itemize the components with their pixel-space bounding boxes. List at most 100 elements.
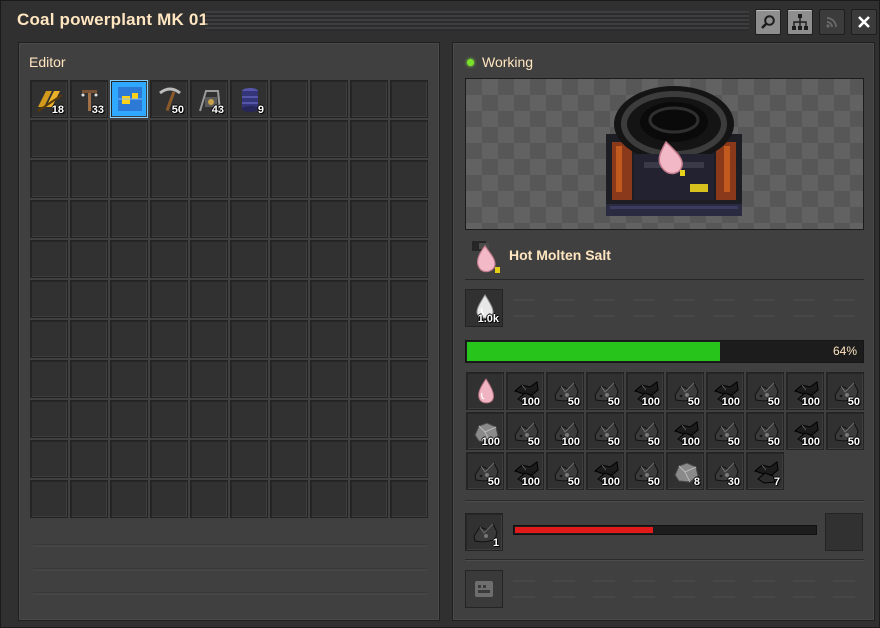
inventory-slot[interactable]: [70, 320, 108, 358]
inventory-slot[interactable]: [110, 120, 148, 158]
inventory-slot[interactable]: [390, 240, 428, 278]
inventory-slot[interactable]: [310, 480, 348, 518]
inventory-slot[interactable]: 50: [506, 412, 544, 450]
close-button[interactable]: [851, 9, 877, 35]
inventory-slot[interactable]: [30, 200, 68, 238]
inventory-slot[interactable]: [30, 480, 68, 518]
inventory-slot[interactable]: [310, 160, 348, 198]
inventory-slot[interactable]: [466, 372, 504, 410]
inventory-slot[interactable]: [190, 480, 228, 518]
inventory-slot[interactable]: [190, 240, 228, 278]
inventory-slot[interactable]: [390, 360, 428, 398]
network-button[interactable]: [787, 9, 813, 35]
inventory-slot[interactable]: [230, 280, 268, 318]
inventory-slot[interactable]: [30, 360, 68, 398]
inventory-slot[interactable]: [350, 440, 388, 478]
inventory-slot[interactable]: [350, 240, 388, 278]
inventory-slot[interactable]: [190, 440, 228, 478]
inventory-slot[interactable]: 50: [626, 452, 664, 490]
inventory-slot[interactable]: 100: [546, 412, 584, 450]
inventory-slot[interactable]: [70, 240, 108, 278]
inventory-slot[interactable]: 30: [706, 452, 744, 490]
recipe-row[interactable]: Hot Molten Salt: [465, 236, 864, 280]
inventory-slot[interactable]: [230, 200, 268, 238]
inventory-slot[interactable]: 9: [230, 80, 268, 118]
inventory-slot[interactable]: [350, 280, 388, 318]
inventory-slot[interactable]: 50: [746, 372, 784, 410]
inventory-slot[interactable]: [270, 400, 308, 438]
inventory-slot[interactable]: [30, 280, 68, 318]
inventory-slot[interactable]: [30, 160, 68, 198]
inventory-slot[interactable]: [110, 320, 148, 358]
inventory-slot[interactable]: [230, 120, 268, 158]
inventory-slot[interactable]: 18: [30, 80, 68, 118]
inventory-slot[interactable]: [310, 280, 348, 318]
inventory-slot[interactable]: [30, 120, 68, 158]
inventory-slot[interactable]: [270, 360, 308, 398]
inventory-slot[interactable]: [190, 360, 228, 398]
inventory-slot[interactable]: [110, 360, 148, 398]
inventory-slot[interactable]: 50: [150, 80, 188, 118]
inventory-slot[interactable]: [350, 160, 388, 198]
inventory-slot[interactable]: [390, 160, 428, 198]
inventory-slot[interactable]: [310, 80, 348, 118]
inventory-slot[interactable]: [230, 360, 268, 398]
inventory-slot[interactable]: [110, 80, 148, 118]
inventory-slot[interactable]: 100: [666, 412, 704, 450]
inventory-slot[interactable]: [150, 400, 188, 438]
inventory-slot[interactable]: [390, 440, 428, 478]
inventory-slot[interactable]: [190, 280, 228, 318]
inventory-slot[interactable]: [310, 120, 348, 158]
inventory-slot[interactable]: [70, 120, 108, 158]
inventory-slot[interactable]: [310, 360, 348, 398]
inventory-slot[interactable]: [230, 440, 268, 478]
inventory-slot[interactable]: [270, 120, 308, 158]
inventory-slot[interactable]: [390, 480, 428, 518]
inventory-slot[interactable]: [350, 320, 388, 358]
inventory-slot[interactable]: [390, 320, 428, 358]
inventory-slot[interactable]: [150, 440, 188, 478]
inventory-slot[interactable]: 50: [466, 452, 504, 490]
drag-handle[interactable]: [205, 11, 749, 31]
inventory-slot[interactable]: [150, 240, 188, 278]
inventory-slot[interactable]: 100: [786, 372, 824, 410]
inventory-slot[interactable]: [110, 400, 148, 438]
inventory-slot[interactable]: [230, 240, 268, 278]
inventory-slot[interactable]: [150, 360, 188, 398]
inventory-slot[interactable]: [150, 160, 188, 198]
inventory-slot[interactable]: [30, 240, 68, 278]
inventory-slot[interactable]: [110, 160, 148, 198]
inventory-slot[interactable]: 100: [466, 412, 504, 450]
inventory-slot[interactable]: [390, 200, 428, 238]
inventory-slot[interactable]: [30, 440, 68, 478]
inventory-slot[interactable]: [310, 320, 348, 358]
inventory-slot[interactable]: [350, 480, 388, 518]
inventory-slot[interactable]: 43: [190, 80, 228, 118]
inventory-slot[interactable]: [110, 240, 148, 278]
search-button[interactable]: [755, 9, 781, 35]
module-slot[interactable]: [465, 570, 503, 608]
inventory-slot[interactable]: 100: [626, 372, 664, 410]
inventory-slot[interactable]: [230, 160, 268, 198]
inventory-slot[interactable]: [70, 280, 108, 318]
inventory-slot[interactable]: 50: [666, 372, 704, 410]
inventory-slot[interactable]: 50: [546, 372, 584, 410]
fluid-slot[interactable]: 1.0k: [465, 289, 503, 327]
inventory-slot[interactable]: [70, 400, 108, 438]
inventory-slot[interactable]: [190, 320, 228, 358]
inventory-slot[interactable]: [390, 120, 428, 158]
inventory-slot[interactable]: 33: [70, 80, 108, 118]
inventory-slot[interactable]: 50: [826, 412, 864, 450]
inventory-slot[interactable]: [270, 200, 308, 238]
inventory-slot[interactable]: 50: [546, 452, 584, 490]
inventory-slot[interactable]: 50: [826, 372, 864, 410]
inventory-slot[interactable]: [150, 320, 188, 358]
inventory-slot[interactable]: [350, 400, 388, 438]
inventory-slot[interactable]: [150, 280, 188, 318]
inventory-slot[interactable]: [150, 200, 188, 238]
inventory-slot[interactable]: [110, 280, 148, 318]
inventory-slot[interactable]: [190, 120, 228, 158]
inventory-slot[interactable]: [150, 480, 188, 518]
inventory-slot[interactable]: 8: [666, 452, 704, 490]
inventory-slot[interactable]: 100: [506, 372, 544, 410]
